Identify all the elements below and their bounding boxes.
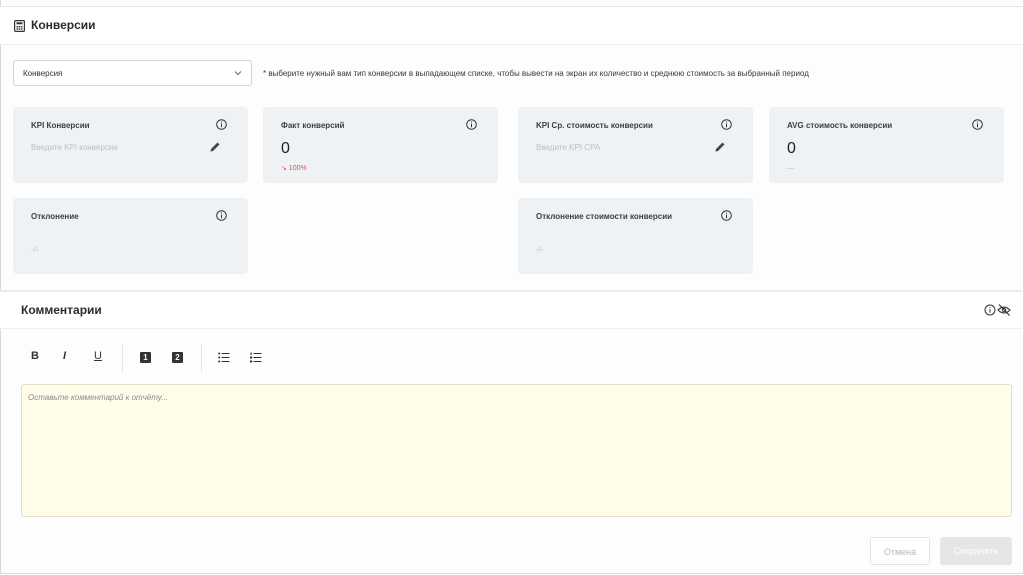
fact-conversions-delta: ↘ 100% — [281, 165, 307, 172]
cancel-button[interactable]: Отмена — [870, 537, 930, 565]
kpi-conversions-input[interactable]: Введите KPI конверсии — [31, 143, 118, 152]
section-title: Конверсии — [31, 18, 96, 32]
card-label: Отклонение — [31, 212, 79, 221]
card-label: Факт конверсий — [281, 121, 345, 130]
toolbar-separator — [122, 344, 123, 372]
conversion-type-select[interactable]: Конверсия — [13, 60, 252, 86]
fact-conversions-card: Факт конверсий 0 ↘ 100% — [263, 107, 498, 183]
info-icon[interactable] — [216, 210, 227, 221]
card-label: KPI Конверсии — [31, 121, 90, 130]
comments-title: Комментарии — [21, 303, 102, 317]
cost-deviation-value: -/- — [536, 245, 544, 254]
heading-1-button[interactable]: 1 — [140, 352, 151, 363]
calculator-icon — [14, 20, 25, 32]
cost-deviation-card: Отклонение стоимости конверсии -/- — [518, 198, 753, 274]
fact-conversions-value: 0 — [281, 140, 290, 157]
eye-off-icon[interactable] — [997, 304, 1011, 316]
info-icon[interactable] — [216, 119, 227, 130]
deviation-card: Отклонение -/- — [13, 198, 248, 274]
avg-cost-card: AVG стоимость конверсии 0 — — [769, 107, 1004, 183]
conversions-header: Конверсии — [0, 7, 1022, 45]
avg-cost-delta: — — [787, 165, 794, 172]
pencil-icon[interactable] — [714, 141, 726, 153]
numbered-list-icon[interactable] — [250, 352, 262, 363]
card-label: AVG стоимость конверсии — [787, 121, 893, 130]
conversion-hint: * выберите нужный вам тип конверсии в вы… — [263, 69, 809, 78]
underline-button[interactable]: U — [94, 350, 102, 362]
card-label: Отклонение стоимости конверсии — [536, 212, 673, 221]
pencil-icon[interactable] — [209, 141, 221, 153]
italic-button[interactable]: I — [63, 350, 66, 362]
bold-button[interactable]: B — [31, 350, 39, 362]
toolbar-separator — [201, 344, 202, 372]
heading-2-button[interactable]: 2 — [172, 352, 183, 363]
kpi-conversions-card: KPI Конверсии Введите KPI конверсии — [13, 107, 248, 183]
kpi-cpa-input[interactable]: Введите KPI CPA — [536, 143, 600, 152]
save-button[interactable]: Сохранить — [940, 537, 1012, 565]
kpi-avg-cost-card: KPI Ср. стоимость конверсии Введите KPI … — [518, 107, 753, 183]
info-icon[interactable] — [466, 119, 477, 130]
info-icon[interactable] — [984, 304, 996, 316]
info-icon[interactable] — [721, 119, 732, 130]
comments-header-icons — [984, 304, 1011, 316]
chevron-down-icon — [234, 71, 242, 76]
deviation-value: -/- — [31, 245, 39, 254]
editor-toolbar: B I U 1 2 — [21, 343, 321, 372]
comment-editor[interactable]: Оставьте комментарий к отчёту... — [21, 384, 1012, 517]
card-label: KPI Ср. стоимость конверсии — [536, 121, 653, 130]
comment-placeholder: Оставьте комментарий к отчёту... — [28, 393, 168, 402]
info-icon[interactable] — [721, 210, 732, 221]
info-icon[interactable] — [972, 119, 983, 130]
select-value: Конверсия — [23, 69, 63, 78]
comments-header: Комментарии — [0, 292, 1022, 329]
avg-cost-value: 0 — [787, 140, 796, 157]
bullet-list-icon[interactable] — [218, 352, 230, 363]
